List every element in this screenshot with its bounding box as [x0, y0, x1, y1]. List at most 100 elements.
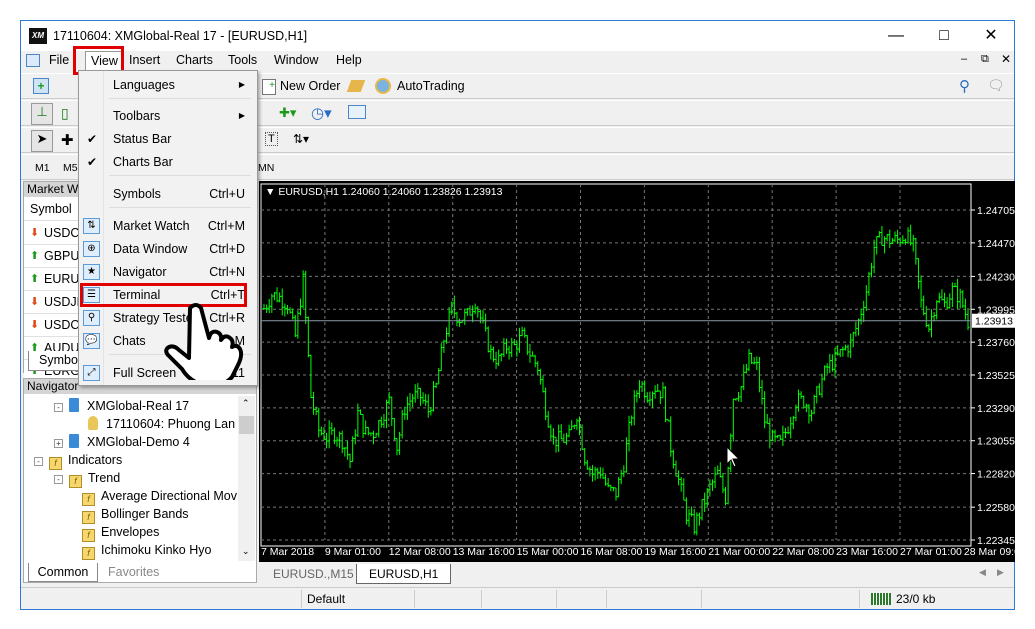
- y-tick-label: 1.24705: [977, 205, 1015, 217]
- autotrading-button[interactable]: AutoTrading: [397, 79, 465, 93]
- navigator-item[interactable]: - f Indicators: [32, 451, 237, 470]
- new-order-button[interactable]: New Order: [280, 79, 340, 93]
- period-m5[interactable]: M5: [63, 162, 78, 174]
- arrow-down-icon: ⬇: [30, 296, 40, 308]
- maximize-button[interactable]: □: [921, 21, 967, 51]
- bar-chart-icon[interactable]: ⊥: [31, 103, 53, 125]
- candlestick-icon[interactable]: ▯: [61, 105, 69, 122]
- metaeditor-icon[interactable]: [346, 80, 366, 92]
- periods-clock-icon[interactable]: ◷▾: [311, 104, 332, 122]
- menu-bar: File View Insert Charts Tools Window Hel…: [21, 51, 1014, 71]
- chat-icon[interactable]: 🗨: [987, 77, 1005, 94]
- search-icon[interactable]: ⚲: [959, 77, 970, 95]
- status-bar: Default 23/0 kb: [21, 587, 1014, 609]
- navigator-item[interactable]: 17110604: Phuong Lan: [32, 415, 237, 433]
- menu-item-label: Charts Bar: [113, 155, 173, 169]
- chats-icon: 💬: [83, 333, 100, 349]
- navigator-item-label: Bollinger Bands: [101, 507, 189, 521]
- app-menu-icon[interactable]: [26, 54, 40, 67]
- x-tick-label: 16 Mar 08:00: [581, 546, 643, 558]
- price-chart[interactable]: 1.247051.244701.242301.239951.237601.235…: [259, 181, 1026, 562]
- chart-tab-eurusd-m15[interactable]: EURUSD.,M15: [261, 564, 366, 584]
- collapse-icon[interactable]: -: [34, 457, 43, 466]
- y-tick-label: 1.23525: [977, 370, 1015, 382]
- menu-tools[interactable]: Tools: [228, 53, 257, 67]
- menu-help[interactable]: Help: [336, 53, 362, 67]
- menu-separator: [109, 98, 251, 99]
- menu-item-navigator[interactable]: ★ Navigator Ctrl+N: [79, 261, 257, 283]
- submenu-arrow-icon: ▶: [238, 111, 245, 120]
- chart-tab-eurusd-h1[interactable]: EURUSD,H1: [356, 564, 452, 584]
- menu-item-label: Symbols: [113, 187, 161, 201]
- navigator-item-label: Ichimoku Kinko Hyo: [101, 543, 212, 557]
- crosshair-tool-icon[interactable]: ✚: [61, 131, 74, 149]
- menu-item-symbols[interactable]: Symbols Ctrl+U: [79, 183, 257, 205]
- menu-item-toolbars[interactable]: Toolbars ▶: [79, 105, 257, 127]
- minimize-button[interactable]: —: [873, 21, 919, 51]
- navigator-item-label: XMGlobal-Real 17: [87, 399, 190, 413]
- navigator-item[interactable]: + XMGlobal-Demo 4: [32, 433, 237, 451]
- menu-separator: [109, 207, 251, 208]
- chart-window[interactable]: 1.24705 1.24470 1.24230 1.23995 1.23760 1.235…: [259, 181, 1026, 562]
- strategy-tester-icon: ⚲: [83, 310, 100, 326]
- menu-item-shortcut: Ctrl+N: [209, 265, 245, 279]
- mdi-minimize-button[interactable]: –: [961, 53, 967, 65]
- navigator-item[interactable]: fAverage Directional Movement Index: [32, 487, 237, 506]
- last-price-label: 1.23913: [975, 316, 1013, 328]
- chart-header: ▼ EURUSD,H1 1.24060 1.24060 1.23826 1.23…: [265, 186, 503, 198]
- menu-item-label: Market Watch: [113, 219, 190, 233]
- menu-item-label: Data Window: [113, 242, 188, 256]
- menu-item-status-bar[interactable]: ✔ Status Bar: [79, 128, 257, 150]
- mdi-close-button[interactable]: ✕: [1001, 52, 1011, 66]
- new-order-icon[interactable]: +: [262, 79, 276, 95]
- navigator-item[interactable]: f Bollinger Bands: [32, 505, 237, 524]
- collapse-icon[interactable]: -: [54, 475, 63, 484]
- menu-item-label: Toolbars: [113, 109, 161, 123]
- scroll-up-icon[interactable]: ⌃: [242, 398, 250, 409]
- expand-icon[interactable]: +: [54, 439, 63, 448]
- arrow-down-icon: ⬇: [30, 227, 40, 239]
- menu-file[interactable]: File: [49, 53, 69, 67]
- text-label-tool-icon[interactable]: T: [265, 132, 278, 146]
- arrows-tool-icon[interactable]: ⇅▾: [293, 132, 309, 146]
- navigator-scrollbar[interactable]: ⌃ ⌄: [238, 396, 255, 561]
- scroll-down-icon[interactable]: ⌄: [242, 546, 250, 557]
- navigator-item[interactable]: - XMGlobal-Real 17: [32, 397, 237, 415]
- menu-insert[interactable]: Insert: [129, 53, 160, 67]
- navigator-item[interactable]: - f Trend: [32, 469, 237, 488]
- tab-favorites[interactable]: Favorites: [108, 565, 159, 579]
- navigator-item[interactable]: f Envelopes: [32, 523, 237, 542]
- menu-item-market-watch[interactable]: ⇅ Market Watch Ctrl+M: [79, 215, 257, 237]
- navigator-panel: Navigator - XMGlobal-Real 17 17110604: Phu…: [23, 378, 257, 583]
- tabs-scroll-left-icon[interactable]: ◀: [979, 567, 986, 578]
- scroll-thumb[interactable]: [239, 416, 254, 434]
- submenu-arrow-icon: ▶: [238, 80, 245, 89]
- cursor-tool-icon[interactable]: ➤: [31, 130, 53, 152]
- navigator-item-label: 17110604: Phuong Lan: [106, 417, 236, 431]
- menu-item-charts-bar[interactable]: ✔ Charts Bar: [79, 151, 257, 173]
- menu-charts[interactable]: Charts: [176, 53, 213, 67]
- new-chart-icon[interactable]: +: [33, 78, 49, 94]
- navigator-item[interactable]: f Ichimoku Kinko Hyo: [32, 541, 237, 560]
- indicator-icon: f: [69, 475, 82, 488]
- collapse-icon[interactable]: -: [54, 403, 63, 412]
- close-button[interactable]: ✕: [968, 21, 1014, 51]
- navigator-item-label: XMGlobal-Demo 4: [87, 435, 190, 449]
- period-mn[interactable]: MN: [258, 162, 274, 174]
- mdi-restore-button[interactable]: ⧉: [981, 53, 989, 66]
- menu-item-shortcut: Ctrl+D: [209, 242, 245, 256]
- menu-item-languages[interactable]: Languages ▶: [79, 74, 257, 96]
- tab-common[interactable]: Common: [28, 563, 98, 582]
- x-tick-label: 21 Mar 00:00: [708, 546, 770, 558]
- menu-item-data-window[interactable]: ⊕ Data Window Ctrl+D: [79, 238, 257, 260]
- x-tick-label: 19 Mar 16:00: [644, 546, 706, 558]
- menu-window[interactable]: Window: [274, 53, 318, 67]
- tabs-scroll-right-icon[interactable]: ▶: [997, 567, 1004, 578]
- x-tick-label: 23 Mar 16:00: [836, 546, 898, 558]
- period-m1[interactable]: M1: [35, 162, 50, 174]
- menu-item-label: Status Bar: [113, 132, 172, 146]
- checkmark-icon: ✔: [87, 132, 98, 146]
- autotrading-icon[interactable]: [375, 78, 391, 94]
- templates-icon[interactable]: [348, 105, 366, 119]
- indicators-icon[interactable]: ✚▾: [279, 105, 296, 121]
